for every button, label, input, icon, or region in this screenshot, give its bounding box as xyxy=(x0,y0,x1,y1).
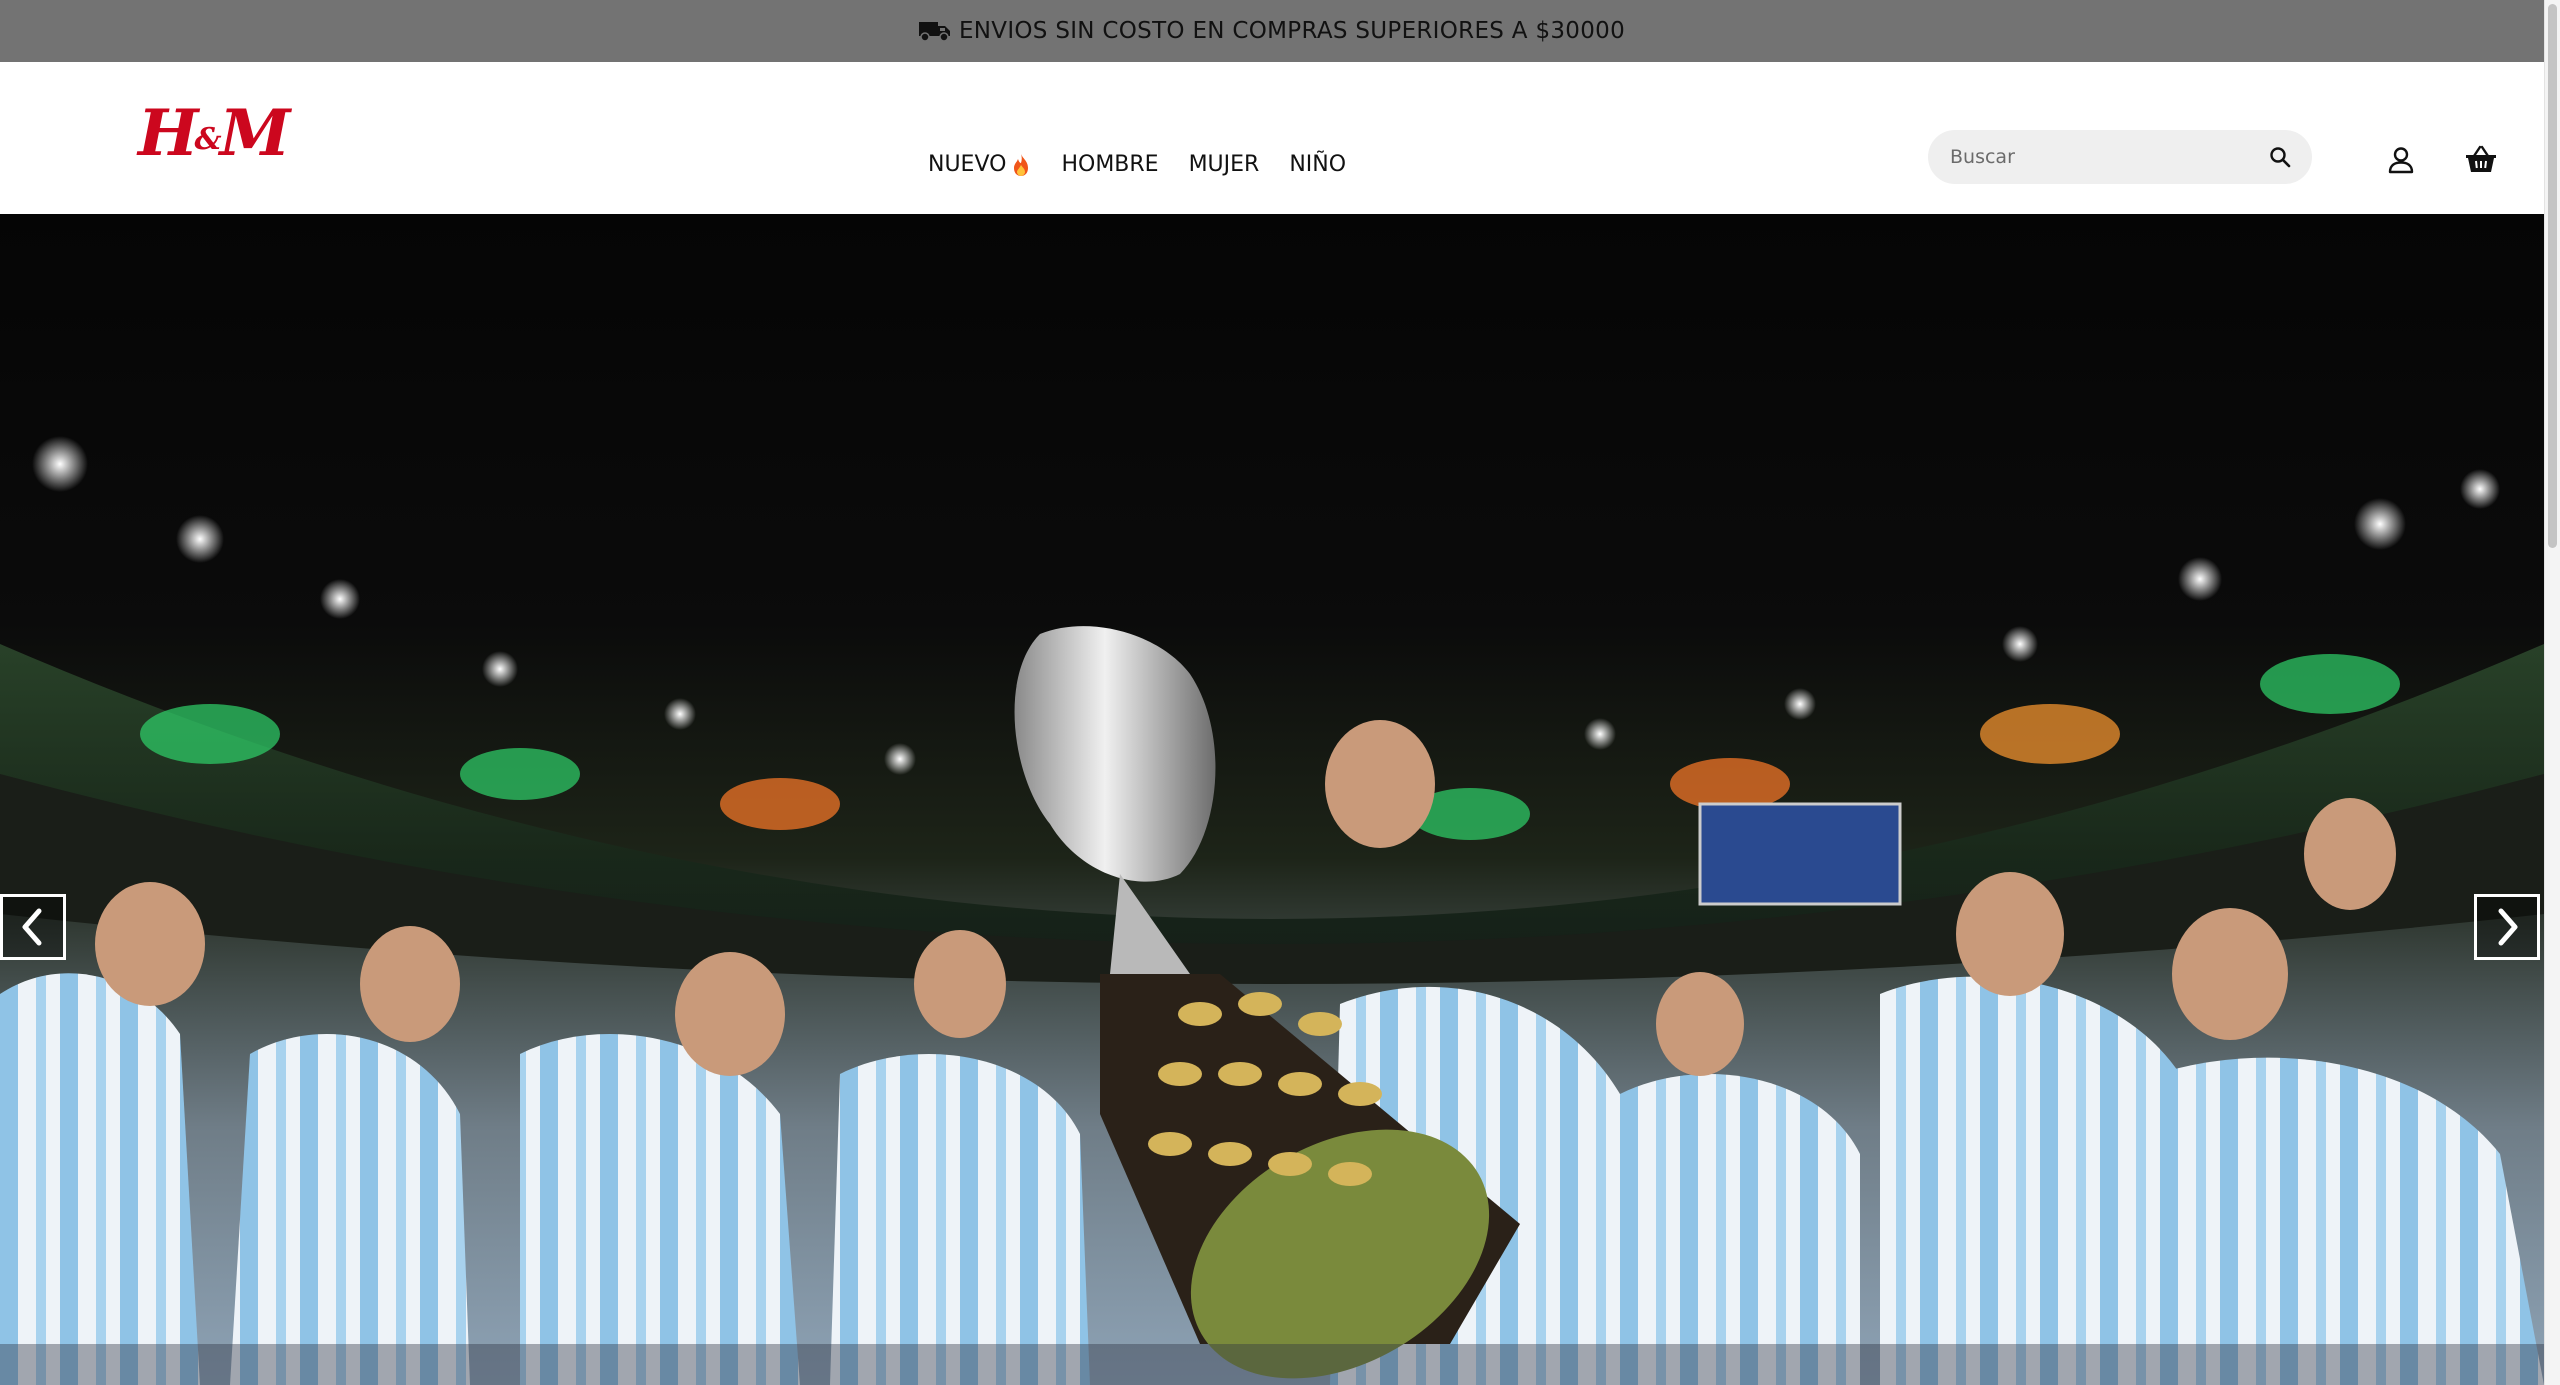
nav-item-hombre[interactable]: HOMBRE xyxy=(1061,152,1158,177)
chevron-right-icon xyxy=(2498,908,2518,946)
hero-image xyxy=(0,436,2544,1385)
chevron-left-icon xyxy=(22,908,42,946)
search-icon[interactable] xyxy=(2268,145,2292,169)
promo-text: ENVIOS SIN COSTO EN COMPRAS SUPERIORES A… xyxy=(958,18,1626,44)
brand-logo[interactable]: H&M xyxy=(138,98,290,170)
nav-item-label: NIÑO xyxy=(1289,152,1347,177)
nav-item-label: MUJER xyxy=(1188,152,1260,177)
nav-item-label: HOMBRE xyxy=(1061,152,1159,177)
nav-item-label: NUEVO xyxy=(928,152,1007,177)
truck-icon xyxy=(918,22,950,42)
main-nav: NUEVO HOMBRE MUJER NIÑO xyxy=(928,152,1346,177)
page-scrollbar[interactable] xyxy=(2544,0,2560,1385)
basket-icon[interactable] xyxy=(2465,144,2497,174)
nav-item-mujer[interactable]: MUJER xyxy=(1189,152,1260,177)
carousel-prev-button[interactable] xyxy=(0,894,66,960)
site-header: H&M NUEVO HOMBRE MUJER NIÑO xyxy=(0,62,2544,214)
promo-bar: ENVIOS SIN COSTO EN COMPRAS SUPERIORES A… xyxy=(0,0,2544,62)
nav-item-nino[interactable]: NIÑO xyxy=(1289,152,1346,177)
user-icon[interactable] xyxy=(2386,145,2416,175)
flame-icon xyxy=(1014,153,1029,176)
page: ENVIOS SIN COSTO EN COMPRAS SUPERIORES A… xyxy=(0,0,2560,1385)
search-input[interactable] xyxy=(1950,146,2268,168)
hero-banner xyxy=(0,214,2544,1385)
scrollbar-thumb[interactable] xyxy=(2548,4,2557,548)
nav-item-nuevo[interactable]: NUEVO xyxy=(928,152,1031,177)
carousel-next-button[interactable] xyxy=(2474,894,2540,960)
search-box xyxy=(1928,130,2312,184)
